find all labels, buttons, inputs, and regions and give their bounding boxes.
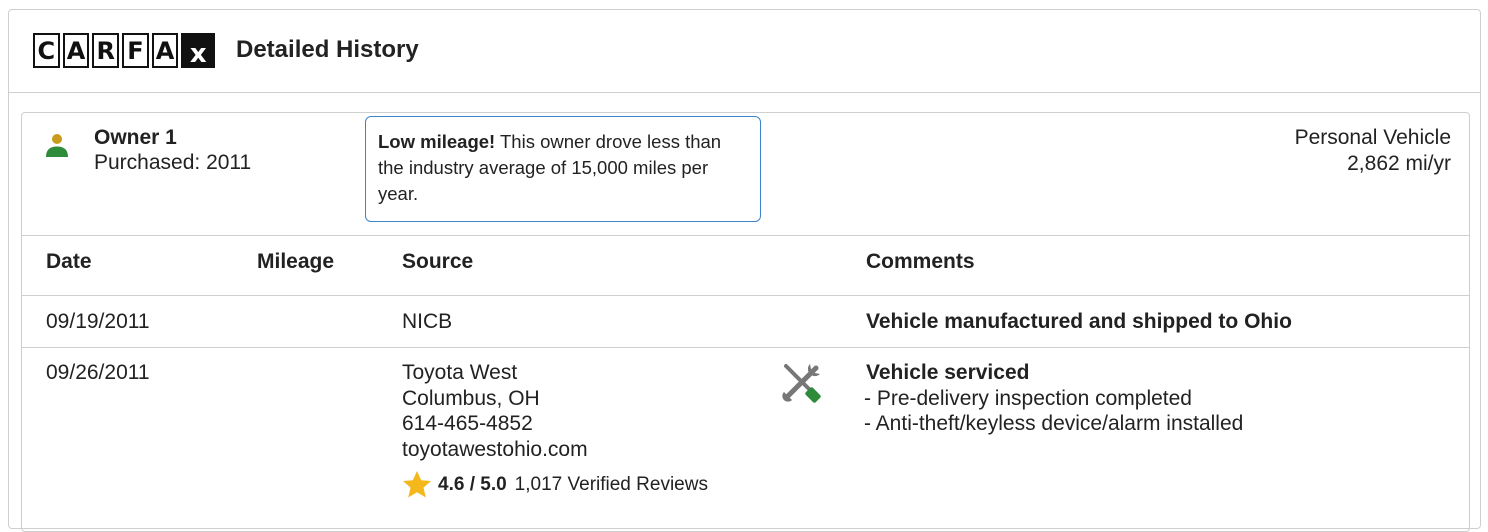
low-mileage-callout: Low mileage! This owner drove less than … [365, 116, 761, 222]
row-comment-item: - Anti-theft/keyless device/alarm instal… [864, 412, 1244, 435]
logo-letter: x [181, 33, 215, 68]
carfax-logo: C A R F A x [33, 33, 215, 68]
logo-letter: A [151, 33, 179, 68]
vehicle-type: Personal Vehicle [1294, 126, 1451, 149]
page-title: Detailed History [236, 36, 419, 63]
row-source-location: Columbus, OH [402, 386, 540, 410]
rating-reviews: 1,017 Verified Reviews [514, 473, 708, 495]
history-table: Date Mileage Source Comments 09/19/2011 … [22, 235, 1469, 531]
mileage-rate: 2,862 mi/yr [1347, 152, 1451, 175]
column-header-mileage: Mileage [257, 250, 335, 273]
logo-letter: F [122, 33, 149, 68]
logo-letter: R [92, 33, 120, 68]
row-comment-title: Vehicle serviced [866, 361, 1030, 384]
row-source-website[interactable]: toyotawestohio.com [402, 437, 588, 463]
person-icon [46, 134, 68, 157]
column-header-source: Source [402, 250, 474, 273]
logo-letter: A [62, 33, 90, 68]
owner-purchased: Purchased: 2011 [94, 151, 252, 174]
logo-letter: C [33, 33, 60, 68]
row-comment-item: - Pre-delivery inspection completed [864, 386, 1192, 410]
owner-name: Owner 1 [94, 126, 177, 149]
row-divider [22, 295, 1469, 296]
rating-score: 4.6 / 5.0 [438, 473, 507, 495]
star-icon [403, 471, 431, 498]
row-date: 09/26/2011 [46, 361, 150, 384]
detailed-history-card: C A R F A x Detailed History Owner 1 Pur… [8, 9, 1481, 532]
row-comment-title: Vehicle manufactured and shipped to Ohio [866, 310, 1292, 333]
row-source-phone[interactable]: 614-465-4852 [402, 411, 533, 437]
service-tools-icon [782, 364, 821, 403]
callout-heading: Low mileage! [378, 131, 496, 152]
column-header-comments: Comments [866, 250, 975, 273]
row-divider [22, 347, 1469, 348]
column-header-date: Date [46, 250, 92, 273]
row-date: 09/19/2011 [46, 310, 150, 333]
row-source: NICB [402, 310, 453, 333]
history-header: C A R F A x Detailed History [9, 10, 1480, 93]
row-source-name: Toyota West [402, 361, 518, 384]
dealer-rating[interactable]: 4.6 / 5.0 1,017 Verified Reviews [402, 470, 708, 499]
owner-section: Owner 1 Purchased: 2011 Low mileage! Thi… [21, 112, 1470, 532]
